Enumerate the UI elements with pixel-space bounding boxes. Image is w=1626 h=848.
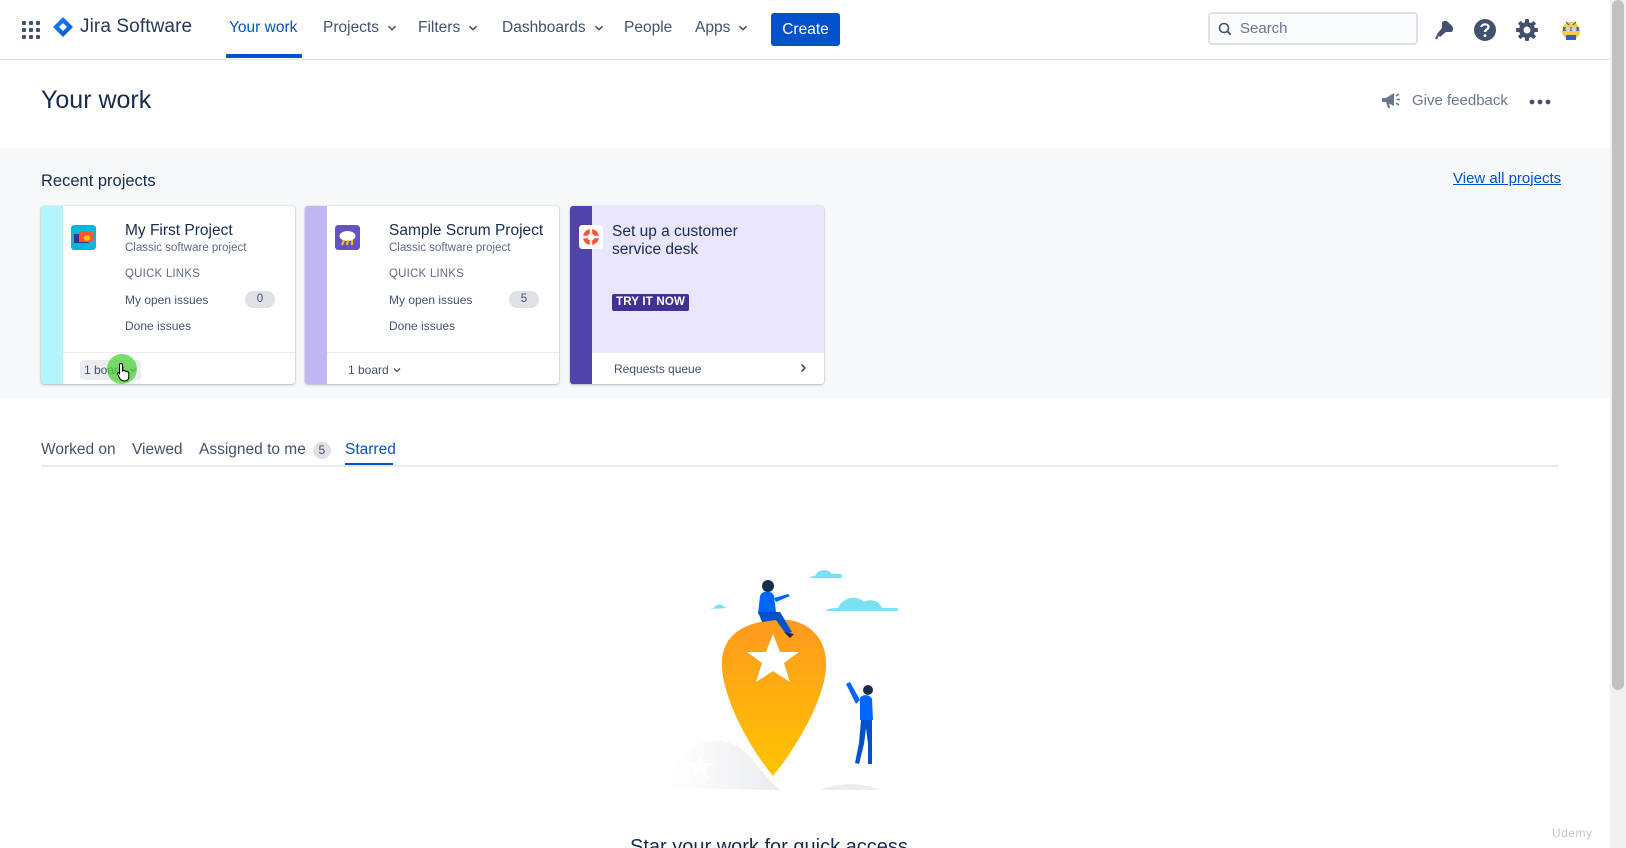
project-card-footer: 1 board bbox=[63, 352, 295, 384]
starred-empty-state-illustration bbox=[670, 570, 899, 790]
chevron-down-icon bbox=[739, 25, 748, 31]
lifebuoy-icon bbox=[579, 225, 603, 249]
quick-links-label: QUICK LINKS bbox=[389, 268, 465, 280]
help-icon[interactable] bbox=[1472, 17, 1498, 43]
try-it-now-button[interactable]: TRY IT NOW bbox=[612, 294, 690, 311]
tab-active-indicator bbox=[345, 463, 393, 465]
megaphone-icon bbox=[1382, 93, 1400, 108]
done-issues-link[interactable]: Done issues bbox=[389, 319, 455, 333]
nav-dashboards-label: Dashboards bbox=[502, 19, 586, 36]
tab-assigned-to-me[interactable]: Assigned to me 5 bbox=[199, 441, 331, 459]
service-desk-promo-card: Set up a customer service desk TRY IT NO… bbox=[570, 206, 824, 384]
chevron-down-icon bbox=[393, 368, 401, 373]
nav-dashboards[interactable]: Dashboards bbox=[502, 19, 604, 37]
chevron-down-icon bbox=[387, 25, 397, 31]
chevron-right-icon[interactable] bbox=[798, 363, 808, 373]
nav-active-indicator bbox=[226, 54, 302, 58]
open-issues-count-badge: 0 bbox=[245, 291, 275, 308]
jira-logo[interactable]: Jira Software bbox=[52, 16, 192, 38]
nav-people[interactable]: People bbox=[624, 19, 672, 37]
nav-your-work-label: Your work bbox=[229, 19, 298, 36]
project-card-footer: Requests queue bbox=[592, 352, 824, 384]
view-all-projects-link[interactable]: View all projects bbox=[1453, 170, 1561, 187]
nav-people-label: People bbox=[624, 19, 673, 36]
hand-cursor-icon bbox=[116, 362, 130, 382]
page-title: Your work bbox=[41, 86, 152, 114]
more-icon[interactable] bbox=[1527, 92, 1553, 112]
project-name[interactable]: Sample Scrum Project bbox=[389, 222, 543, 240]
empty-state-message: Star your work for quick access bbox=[630, 836, 908, 848]
notifications-icon[interactable] bbox=[1431, 17, 1457, 43]
nav-filters-label: Filters bbox=[418, 19, 461, 36]
nav-filters[interactable]: Filters bbox=[418, 19, 478, 37]
nav-your-work[interactable]: Your work bbox=[229, 19, 297, 37]
jira-logo-icon bbox=[53, 17, 73, 37]
recent-projects-title: Recent projects bbox=[41, 172, 156, 190]
project-card-stripe bbox=[305, 206, 327, 384]
product-name: Jira Software bbox=[80, 16, 193, 37]
tab-worked-on[interactable]: Worked on bbox=[41, 441, 116, 459]
app-switcher-icon[interactable] bbox=[20, 19, 42, 41]
nav-apps-label: Apps bbox=[695, 19, 731, 36]
tab-label: Viewed bbox=[132, 441, 183, 458]
tab-starred[interactable]: Starred bbox=[345, 441, 396, 459]
video-watermark: Udemy bbox=[1552, 826, 1593, 840]
scrollbar-thumb[interactable] bbox=[1612, 0, 1624, 690]
nav-projects[interactable]: Projects bbox=[323, 19, 397, 37]
settings-icon[interactable] bbox=[1514, 17, 1540, 43]
top-navigation: Jira Software Your work Projects Filters… bbox=[0, 0, 1610, 60]
project-type: Classic software project bbox=[389, 242, 511, 254]
my-open-issues-link[interactable]: My open issues bbox=[389, 293, 472, 307]
search-box[interactable] bbox=[1208, 12, 1418, 45]
quick-links-label: QUICK LINKS bbox=[125, 268, 201, 280]
boards-dropdown-label: 1 board bbox=[348, 363, 389, 377]
service-desk-title: Set up a customer service desk bbox=[612, 223, 738, 258]
project-card-my-first-project: My First Project Classic software projec… bbox=[41, 206, 295, 384]
boards-dropdown-button[interactable]: 1 board bbox=[344, 360, 405, 380]
tab-viewed[interactable]: Viewed bbox=[132, 441, 183, 459]
project-avatar-icon[interactable] bbox=[335, 225, 360, 250]
give-feedback-label: Give feedback bbox=[1412, 91, 1508, 109]
project-type: Classic software project bbox=[125, 242, 247, 254]
create-button[interactable]: Create bbox=[771, 13, 840, 46]
give-feedback-button[interactable]: Give feedback bbox=[1380, 90, 1508, 110]
jira-your-work-page: Jira Software Your work Projects Filters… bbox=[0, 0, 1626, 848]
chevron-down-icon bbox=[469, 25, 478, 31]
search-icon bbox=[1218, 22, 1232, 35]
assigned-count-badge: 5 bbox=[312, 441, 331, 459]
search-input[interactable] bbox=[1240, 20, 1400, 37]
tab-label: Worked on bbox=[41, 441, 116, 458]
tab-label: Starred bbox=[345, 441, 396, 458]
open-issues-count-badge: 5 bbox=[509, 291, 539, 308]
requests-queue-link[interactable]: Requests queue bbox=[614, 362, 701, 376]
avatar[interactable] bbox=[1558, 17, 1584, 43]
project-avatar-icon[interactable] bbox=[71, 225, 96, 250]
work-tabs: Worked on Viewed Assigned to me 5 Starre… bbox=[41, 436, 1559, 467]
nav-projects-label: Projects bbox=[323, 19, 379, 36]
project-card-sample-scrum-project: Sample Scrum Project Classic software pr… bbox=[305, 206, 559, 384]
project-card-footer: 1 board bbox=[327, 352, 559, 384]
nav-apps[interactable]: Apps bbox=[695, 19, 748, 37]
project-name[interactable]: My First Project bbox=[125, 222, 233, 240]
chevron-down-icon bbox=[594, 25, 603, 31]
tab-label: Assigned to me bbox=[199, 441, 306, 458]
my-open-issues-link[interactable]: My open issues bbox=[125, 293, 208, 307]
done-issues-link[interactable]: Done issues bbox=[125, 319, 191, 333]
project-card-stripe bbox=[41, 206, 63, 384]
